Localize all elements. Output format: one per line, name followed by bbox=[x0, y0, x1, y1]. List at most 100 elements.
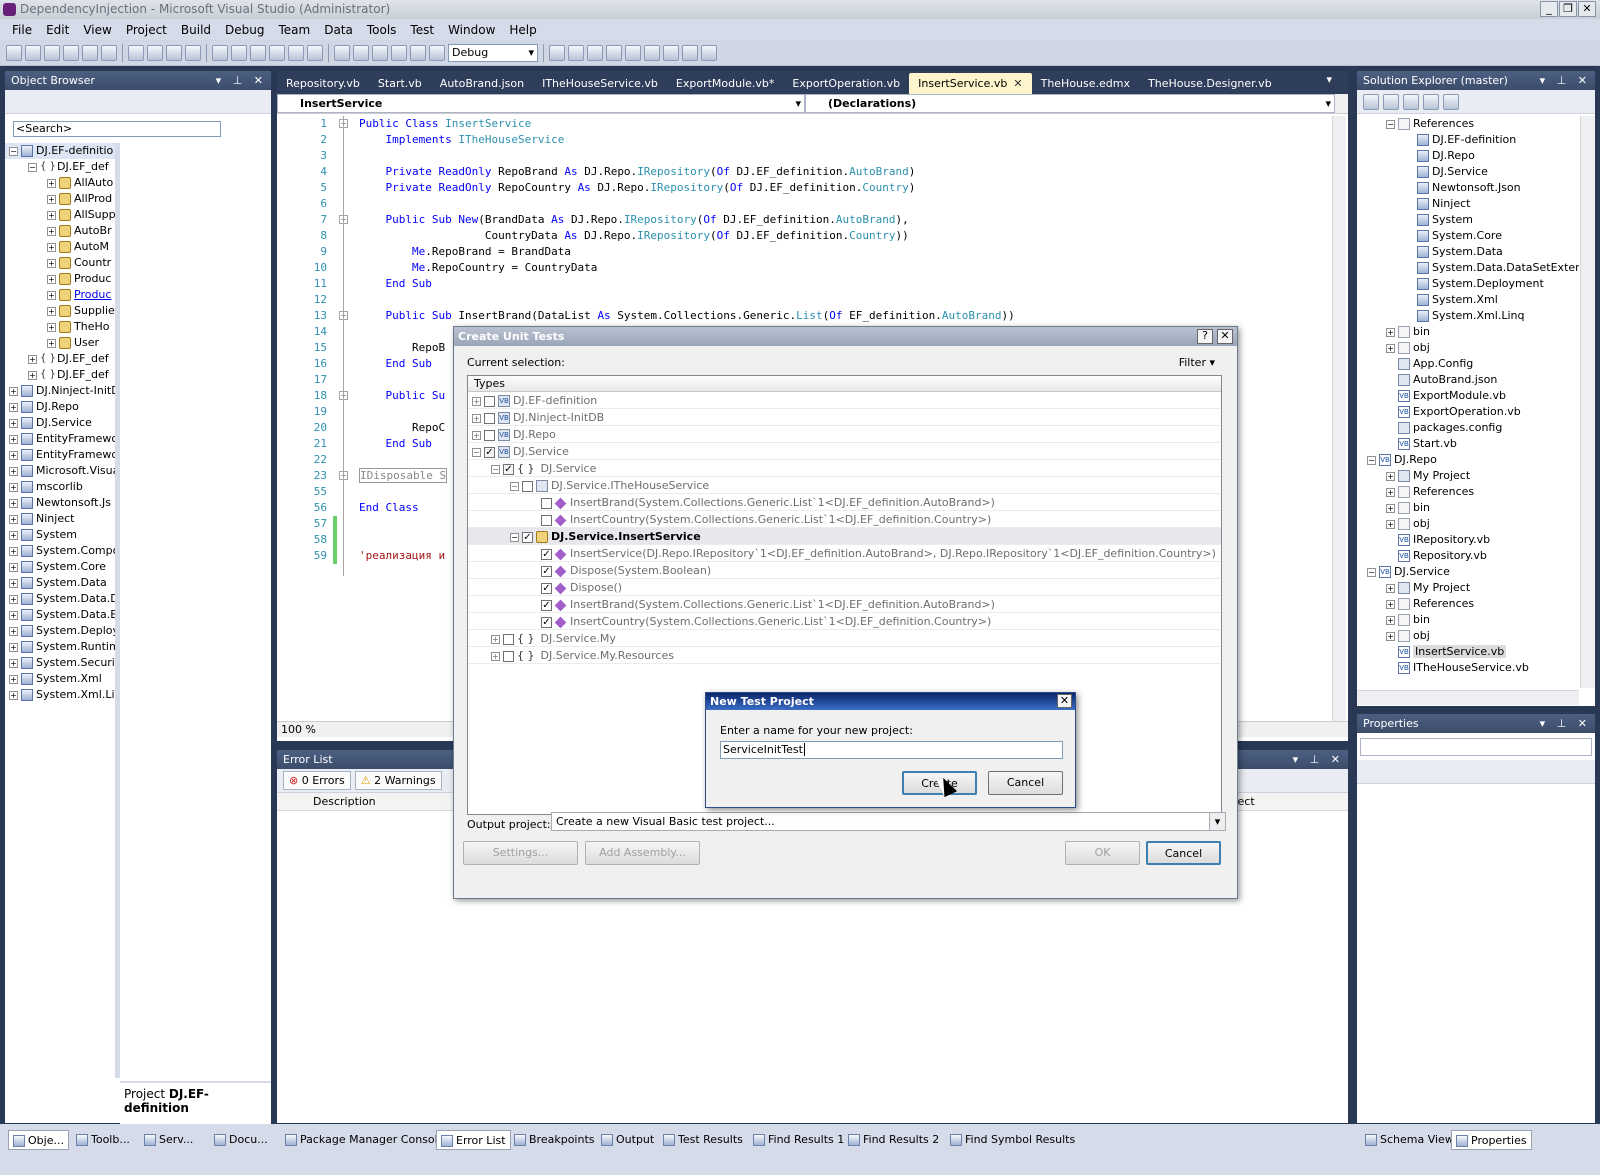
checkbox[interactable]: ✓ bbox=[522, 531, 533, 543]
open-file-icon[interactable] bbox=[44, 44, 60, 61]
minimize-button[interactable]: _ bbox=[1540, 1, 1558, 17]
checkbox[interactable]: ✓ bbox=[541, 616, 552, 628]
solution-tree-item[interactable]: + bin bbox=[1357, 612, 1579, 628]
checkbox[interactable] bbox=[484, 395, 495, 407]
expand-icon[interactable]: + bbox=[9, 466, 18, 476]
object-browser-tree-item[interactable]: + AllSupp bbox=[5, 207, 115, 223]
expand-icon[interactable]: + bbox=[47, 290, 56, 300]
expand-icon[interactable]: + bbox=[472, 396, 481, 406]
expand-icon[interactable]: + bbox=[9, 610, 18, 620]
checkbox[interactable]: ✓ bbox=[503, 463, 514, 475]
server-explorer-icon[interactable] bbox=[682, 44, 698, 61]
paste-icon[interactable] bbox=[166, 44, 182, 61]
pane-buttons[interactable]: ▾ ⊥ ✕ bbox=[1540, 714, 1591, 733]
collapse-icon[interactable]: − bbox=[9, 146, 18, 156]
object-browser-tree-item[interactable]: + Countr bbox=[5, 255, 115, 271]
solution-tree-item[interactable]: VB ITheHouseService.vb bbox=[1357, 660, 1579, 676]
properties-icon[interactable] bbox=[587, 44, 603, 61]
checkbox[interactable] bbox=[541, 497, 552, 509]
types-rows[interactable]: + VB DJ.EF-definition + VB DJ.Ninject-InitDB +… bbox=[468, 392, 1221, 664]
refresh-icon[interactable] bbox=[1403, 93, 1419, 110]
solution-tree[interactable]: − References DJ.EF-definition DJ.Repo DJ.Ser… bbox=[1357, 116, 1579, 686]
collapse-icon[interactable]: − bbox=[491, 464, 500, 474]
close-dialog-button[interactable]: ✕ bbox=[1217, 329, 1233, 344]
solution-vertical-scrollbar[interactable] bbox=[1580, 116, 1595, 688]
solution-tree-item[interactable]: VB Start.vb bbox=[1357, 436, 1579, 452]
type-tree-row[interactable]: ✓ InsertCountry(System.Collections.Generi… bbox=[468, 613, 1221, 630]
menu-build[interactable]: Build bbox=[174, 23, 218, 37]
expand-icon[interactable]: + bbox=[47, 258, 56, 268]
solution-tree-item[interactable]: + obj bbox=[1357, 628, 1579, 644]
tab-thehouse-designer-vb[interactable]: TheHouse.Designer.vb bbox=[1139, 73, 1281, 94]
expand-icon[interactable]: + bbox=[472, 413, 481, 423]
undo-icon[interactable] bbox=[250, 44, 266, 61]
menu-help[interactable]: Help bbox=[502, 23, 543, 37]
command-window-icon[interactable] bbox=[701, 44, 717, 61]
menu-data[interactable]: Data bbox=[317, 23, 360, 37]
tab-thehouse-edmx[interactable]: TheHouse.edmx bbox=[1032, 73, 1139, 94]
expand-icon[interactable]: + bbox=[1386, 583, 1395, 593]
toolbox-icon[interactable] bbox=[625, 44, 641, 61]
expand-icon[interactable]: + bbox=[47, 306, 56, 316]
expand-icon[interactable]: + bbox=[9, 418, 18, 428]
menu-debug[interactable]: Debug bbox=[218, 23, 271, 37]
save-icon[interactable] bbox=[82, 44, 98, 61]
expand-icon[interactable]: + bbox=[28, 354, 37, 364]
expand-icon[interactable]: + bbox=[47, 178, 56, 188]
solution-tree-item[interactable]: + My Project bbox=[1357, 580, 1579, 596]
object-browser-tree-item[interactable]: + Newtonsoft.Js bbox=[5, 495, 115, 511]
solution-tree-item[interactable]: System.Deployment bbox=[1357, 276, 1579, 292]
checkbox[interactable]: ✓ bbox=[541, 548, 552, 560]
solution-tree-item[interactable]: VB ExportOperation.vb bbox=[1357, 404, 1579, 420]
restore-button[interactable]: ❐ bbox=[1559, 1, 1577, 17]
checkbox[interactable] bbox=[522, 480, 533, 492]
expand-icon[interactable]: + bbox=[1386, 471, 1395, 481]
expand-icon[interactable]: + bbox=[9, 658, 18, 668]
menu-tools[interactable]: Tools bbox=[360, 23, 404, 37]
object-browser-tree-item[interactable]: + mscorlib bbox=[5, 479, 115, 495]
tab-exportmodule-vb-[interactable]: ExportModule.vb* bbox=[667, 73, 784, 94]
object-browser-tree-item[interactable]: + Produc bbox=[5, 287, 115, 303]
class-diagram-icon[interactable] bbox=[1443, 93, 1459, 110]
type-tree-row[interactable]: ✓ Dispose(System.Boolean) bbox=[468, 562, 1221, 579]
object-browser-tree-item[interactable]: + DJ.Ninject-InitD bbox=[5, 383, 115, 399]
expand-icon[interactable]: + bbox=[1386, 503, 1395, 513]
menu-team[interactable]: Team bbox=[271, 23, 317, 37]
expand-icon[interactable]: + bbox=[1386, 519, 1395, 529]
cut-icon[interactable] bbox=[128, 44, 144, 61]
filter-dropdown[interactable]: Filter ▾ bbox=[1179, 356, 1215, 369]
start-debugging-icon[interactable] bbox=[334, 44, 350, 61]
chevron-down-icon[interactable]: ▾ bbox=[1209, 813, 1225, 830]
type-tree-row[interactable]: InsertCountry(System.Collections.Generic… bbox=[468, 511, 1221, 528]
solution-tree-item[interactable]: + bin bbox=[1357, 324, 1579, 340]
object-browser-tree-item[interactable]: + System.Runtim bbox=[5, 639, 115, 655]
expand-icon[interactable]: + bbox=[9, 450, 18, 460]
solution-tree-item[interactable]: + References bbox=[1357, 596, 1579, 612]
solution-tree-item[interactable]: Ninject bbox=[1357, 196, 1579, 212]
bottom-tab-breakpoints[interactable]: Breakpoints bbox=[510, 1130, 599, 1150]
properties-object-select[interactable] bbox=[1360, 738, 1592, 756]
object-browser-tree-item[interactable]: + EntityFramework bbox=[5, 431, 115, 447]
type-tree-row[interactable]: + { } DJ.Service.My.Resources bbox=[468, 647, 1221, 664]
expand-icon[interactable]: + bbox=[472, 430, 481, 440]
expand-icon[interactable]: + bbox=[47, 210, 56, 220]
collapse-icon[interactable]: − bbox=[1386, 119, 1395, 129]
solution-tree-item[interactable]: System.Data bbox=[1357, 244, 1579, 260]
errors-toggle[interactable]: ⊗ 0 Errors bbox=[283, 771, 351, 790]
member-dropdown[interactable]: (Declarations) bbox=[805, 94, 1335, 113]
object-browser-tree-item[interactable]: + System.Securi bbox=[5, 655, 115, 671]
bottom-tab-2[interactable]: Serv... bbox=[140, 1130, 197, 1150]
tab-repository-vb[interactable]: Repository.vb bbox=[277, 73, 369, 94]
close-window-button[interactable]: ✕ bbox=[1578, 1, 1596, 17]
object-browser-tree-item[interactable]: + System.Data bbox=[5, 575, 115, 591]
properties-icon[interactable] bbox=[1363, 93, 1379, 110]
solution-tree-item[interactable]: System.Xml.Linq bbox=[1357, 308, 1579, 324]
checkbox[interactable] bbox=[541, 514, 552, 526]
bottom-tab-3[interactable]: Docu... bbox=[210, 1130, 272, 1150]
object-browser-tree-item[interactable]: + EntityFramewo bbox=[5, 447, 115, 463]
expand-icon[interactable]: + bbox=[9, 434, 18, 444]
bottom-tab-0[interactable]: Obje... bbox=[8, 1130, 69, 1150]
view-code-icon[interactable] bbox=[1423, 93, 1439, 110]
solution-tree-item[interactable]: − References bbox=[1357, 116, 1579, 132]
pane-buttons[interactable]: ▾ ⊥ ✕ bbox=[1293, 750, 1344, 769]
